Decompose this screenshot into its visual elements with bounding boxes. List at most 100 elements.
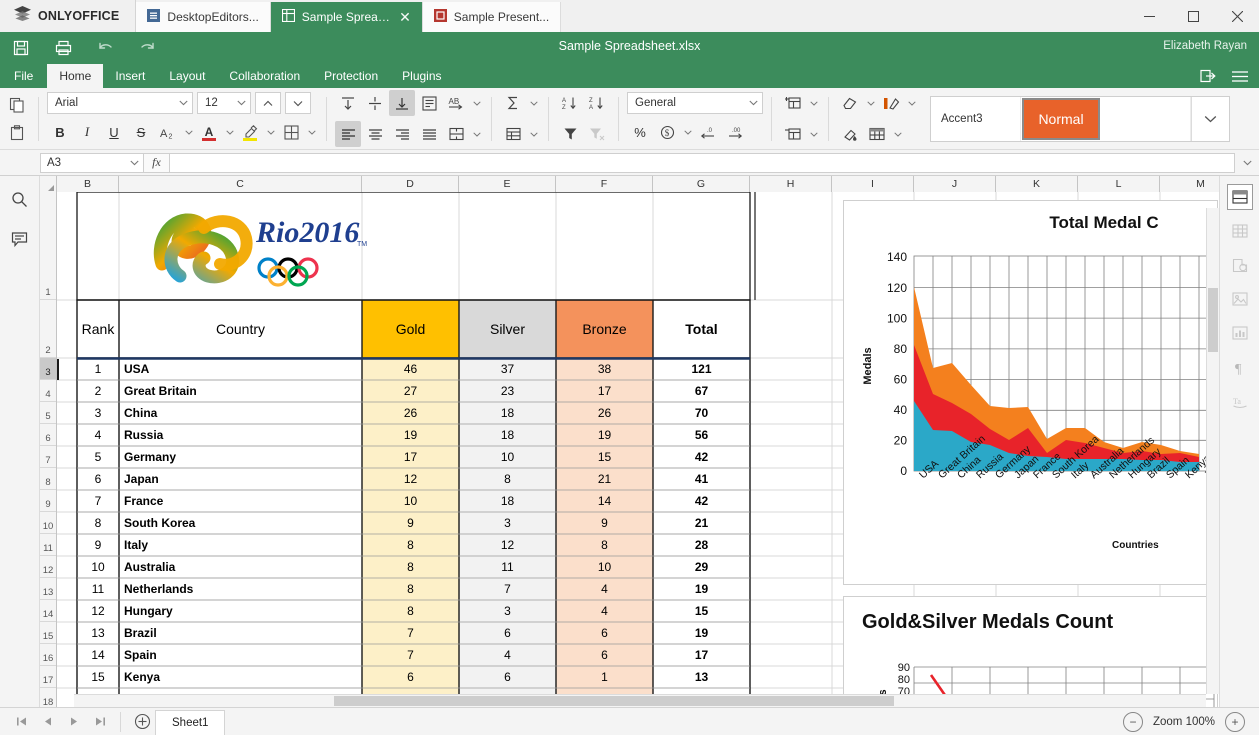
cell-total[interactable]: 42 — [653, 490, 750, 512]
text-orientation-button[interactable]: AB — [443, 90, 469, 116]
cell-total[interactable]: 70 — [653, 402, 750, 424]
cell-bronze[interactable]: 8 — [556, 534, 653, 556]
row-header-2[interactable]: 2 — [40, 300, 56, 358]
cell-rank[interactable]: 12 — [77, 600, 119, 622]
row-header-1[interactable]: 1 — [40, 192, 56, 300]
row-header-3[interactable]: 3 — [40, 358, 56, 380]
cell-country[interactable]: Netherlands — [119, 578, 362, 600]
insert-function-button[interactable]: fx — [144, 153, 170, 173]
cell-bronze[interactable]: 17 — [556, 380, 653, 402]
chevron-down-icon[interactable] — [470, 90, 483, 116]
font-color-button[interactable]: A — [196, 119, 222, 145]
chevron-down-icon[interactable] — [223, 119, 236, 145]
chart-settings-icon[interactable] — [1227, 320, 1253, 346]
table-settings-icon[interactable] — [1227, 218, 1253, 244]
minimize-button[interactable] — [1127, 0, 1171, 32]
chevron-down-icon[interactable] — [182, 119, 195, 145]
sort-descending-button[interactable]: ZA — [584, 90, 610, 116]
row-header-14[interactable]: 14 — [40, 600, 56, 622]
font-name-select[interactable]: Arial — [47, 92, 193, 114]
cell-gold[interactable]: 9 — [362, 512, 459, 534]
cell-bronze[interactable]: 1 — [556, 666, 653, 688]
menu-tab-plugins[interactable]: Plugins — [390, 64, 453, 88]
cell-country[interactable]: China — [119, 402, 362, 424]
cell-country[interactable]: Japan — [119, 468, 362, 490]
horizontal-scroll-thumb[interactable] — [334, 696, 894, 706]
column-header-H[interactable]: H — [750, 176, 832, 192]
cell-rank[interactable]: 13 — [77, 622, 119, 644]
currency-style-button[interactable]: $ — [654, 119, 680, 145]
cell-rank[interactable]: 2 — [77, 380, 119, 402]
wrap-text-button[interactable] — [416, 90, 442, 116]
zoom-out-button[interactable]: − — [1123, 712, 1143, 732]
cell-country[interactable]: South Korea — [119, 512, 362, 534]
cell-country[interactable]: Kenya — [119, 666, 362, 688]
cell-gold[interactable]: 46 — [362, 358, 459, 380]
cell-gold[interactable]: 10 — [362, 490, 459, 512]
cell-total[interactable]: 56 — [653, 424, 750, 446]
align-top-button[interactable] — [335, 90, 361, 116]
chevron-down-icon[interactable] — [681, 119, 694, 145]
align-bottom-button[interactable] — [389, 90, 415, 116]
cell-rank[interactable]: 4 — [77, 424, 119, 446]
cell-styles-expand-button[interactable] — [1191, 97, 1229, 141]
borders-button[interactable] — [278, 119, 304, 145]
search-icon[interactable] — [7, 186, 33, 212]
doc-tab-sample-presentation[interactable]: Sample Present... — [423, 2, 561, 32]
row-header-11[interactable]: 11 — [40, 534, 56, 556]
sheet-tab-sheet1[interactable]: Sheet1 — [155, 710, 225, 735]
fill-button[interactable] — [837, 121, 863, 147]
cell-style-normal[interactable]: Normal — [1021, 97, 1102, 141]
cell-gold[interactable]: 19 — [362, 424, 459, 446]
doc-tab-sample-spreadsheet[interactable]: Sample Spread... ✕ — [271, 2, 423, 32]
row-header-17[interactable]: 17 — [40, 666, 56, 688]
cell-silver[interactable]: 12 — [459, 534, 556, 556]
cell-total[interactable]: 13 — [653, 666, 750, 688]
cell-country[interactable]: Hungary — [119, 600, 362, 622]
chevron-down-icon[interactable] — [807, 90, 820, 116]
chevron-down-icon[interactable] — [305, 119, 318, 145]
cell-total[interactable]: 42 — [653, 446, 750, 468]
cell-silver[interactable]: 4 — [459, 644, 556, 666]
cell-area[interactable]: Rio2016 TM Rank Country Gold Silver Br — [57, 192, 1219, 707]
menu-tab-layout[interactable]: Layout — [157, 64, 217, 88]
chevron-down-icon[interactable] — [864, 90, 877, 116]
cell-rank[interactable]: 6 — [77, 468, 119, 490]
cell-rank[interactable]: 3 — [77, 402, 119, 424]
chevron-down-icon[interactable] — [807, 121, 820, 147]
shape-settings-icon[interactable] — [1227, 252, 1253, 278]
text-art-settings-icon[interactable]: Ta — [1227, 388, 1253, 414]
first-sheet-icon[interactable] — [10, 711, 34, 733]
cell-rank[interactable]: 11 — [77, 578, 119, 600]
zoom-in-button[interactable]: + — [1225, 712, 1245, 732]
cell-total[interactable]: 19 — [653, 622, 750, 644]
column-header-C[interactable]: C — [119, 176, 362, 192]
select-all-corner[interactable] — [40, 176, 57, 192]
cell-silver[interactable]: 18 — [459, 490, 556, 512]
column-header-E[interactable]: E — [459, 176, 556, 192]
chevron-down-icon[interactable] — [905, 90, 918, 116]
last-sheet-icon[interactable] — [88, 711, 112, 733]
cell-rank[interactable]: 10 — [77, 556, 119, 578]
share-icon[interactable] — [1197, 65, 1219, 87]
menu-hamburger-icon[interactable] — [1229, 65, 1251, 87]
row-header-8[interactable]: 8 — [40, 468, 56, 490]
cell-country[interactable]: Australia — [119, 556, 362, 578]
italic-button[interactable]: I — [74, 119, 100, 145]
cell-silver[interactable]: 6 — [459, 622, 556, 644]
cell-total[interactable]: 17 — [653, 644, 750, 666]
paste-button[interactable] — [4, 120, 30, 146]
cell-country[interactable]: Italy — [119, 534, 362, 556]
cell-gold[interactable]: 8 — [362, 556, 459, 578]
row-header-16[interactable]: 16 — [40, 644, 56, 666]
decrease-font-size-button[interactable] — [285, 92, 311, 114]
cell-silver[interactable]: 10 — [459, 446, 556, 468]
cell-country[interactable]: Brazil — [119, 622, 362, 644]
column-header-J[interactable]: J — [914, 176, 996, 192]
cell-gold[interactable]: 8 — [362, 534, 459, 556]
row-header-6[interactable]: 6 — [40, 424, 56, 446]
row-header-15[interactable]: 15 — [40, 622, 56, 644]
cell-silver[interactable]: 18 — [459, 424, 556, 446]
cell-silver[interactable]: 8 — [459, 468, 556, 490]
cell-gold[interactable]: 8 — [362, 578, 459, 600]
